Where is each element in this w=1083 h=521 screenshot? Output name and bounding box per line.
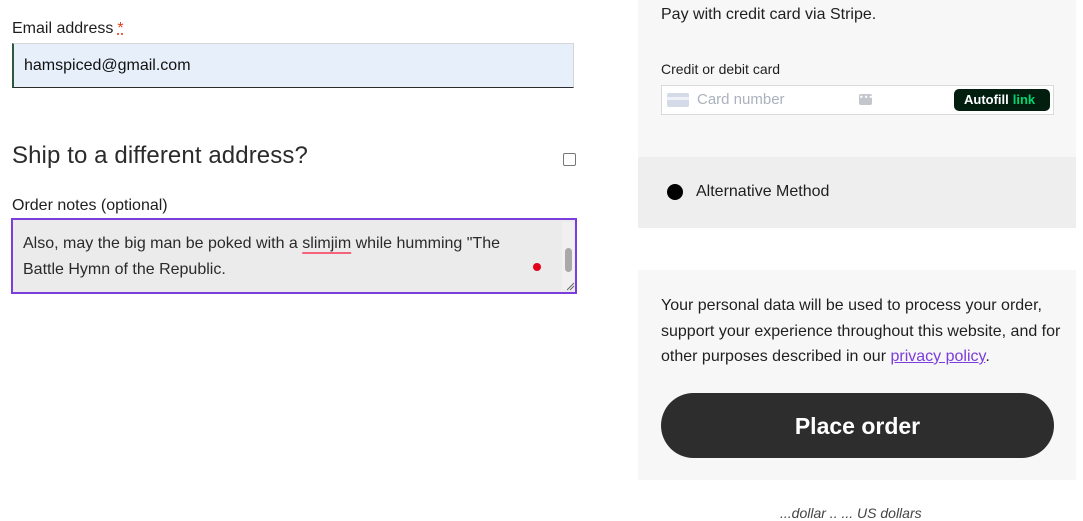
autofill-label: Autofill	[964, 92, 1009, 107]
alternative-method-radio[interactable]	[667, 184, 683, 200]
panel-gap	[638, 228, 1076, 270]
alternative-method-label: Alternative Method	[696, 183, 830, 200]
privacy-text-after: .	[985, 348, 990, 365]
ship-to-different-address-checkbox[interactable]	[563, 153, 576, 166]
notes-scrollbar-thumb[interactable]	[565, 248, 572, 272]
place-order-button[interactable]: Place order	[661, 393, 1054, 458]
email-label-text: Email address	[12, 20, 114, 37]
order-notes-textarea[interactable]: Also, may the big man be poked with a sl…	[11, 218, 577, 294]
link-brand-label: link	[1012, 92, 1036, 107]
notes-text-before: Also, may the big man be poked with a	[23, 235, 303, 252]
card-number-placeholder: Card number	[697, 91, 785, 108]
resize-handle-icon[interactable]	[566, 282, 575, 291]
email-value: hamspiced@gmail.com	[24, 57, 191, 74]
privacy-policy-link[interactable]: privacy policy	[890, 348, 985, 365]
footer-partial-text: ...dollar .. ... US dollars	[780, 505, 922, 521]
recording-dot-icon	[533, 263, 541, 271]
privacy-notice: Your personal data will be used to proce…	[661, 293, 1061, 370]
stripe-description: Pay with credit card via Stripe.	[661, 6, 877, 23]
password-dots-icon: •••	[859, 94, 873, 105]
privacy-text-before: Your personal data will be used to proce…	[661, 297, 1061, 365]
autofill-link-button[interactable]: Autofill link	[954, 89, 1050, 111]
order-notes-label: Order notes (optional)	[12, 197, 168, 214]
email-label: Email address *	[12, 20, 124, 38]
card-label: Credit or debit card	[661, 61, 781, 77]
ship-to-different-address-title: Ship to a different address?	[12, 142, 308, 169]
email-field[interactable]: hamspiced@gmail.com	[12, 43, 574, 88]
credit-card-icon	[667, 93, 689, 107]
misspelled-word: slimjim	[302, 235, 352, 252]
required-mark: *	[117, 20, 124, 37]
